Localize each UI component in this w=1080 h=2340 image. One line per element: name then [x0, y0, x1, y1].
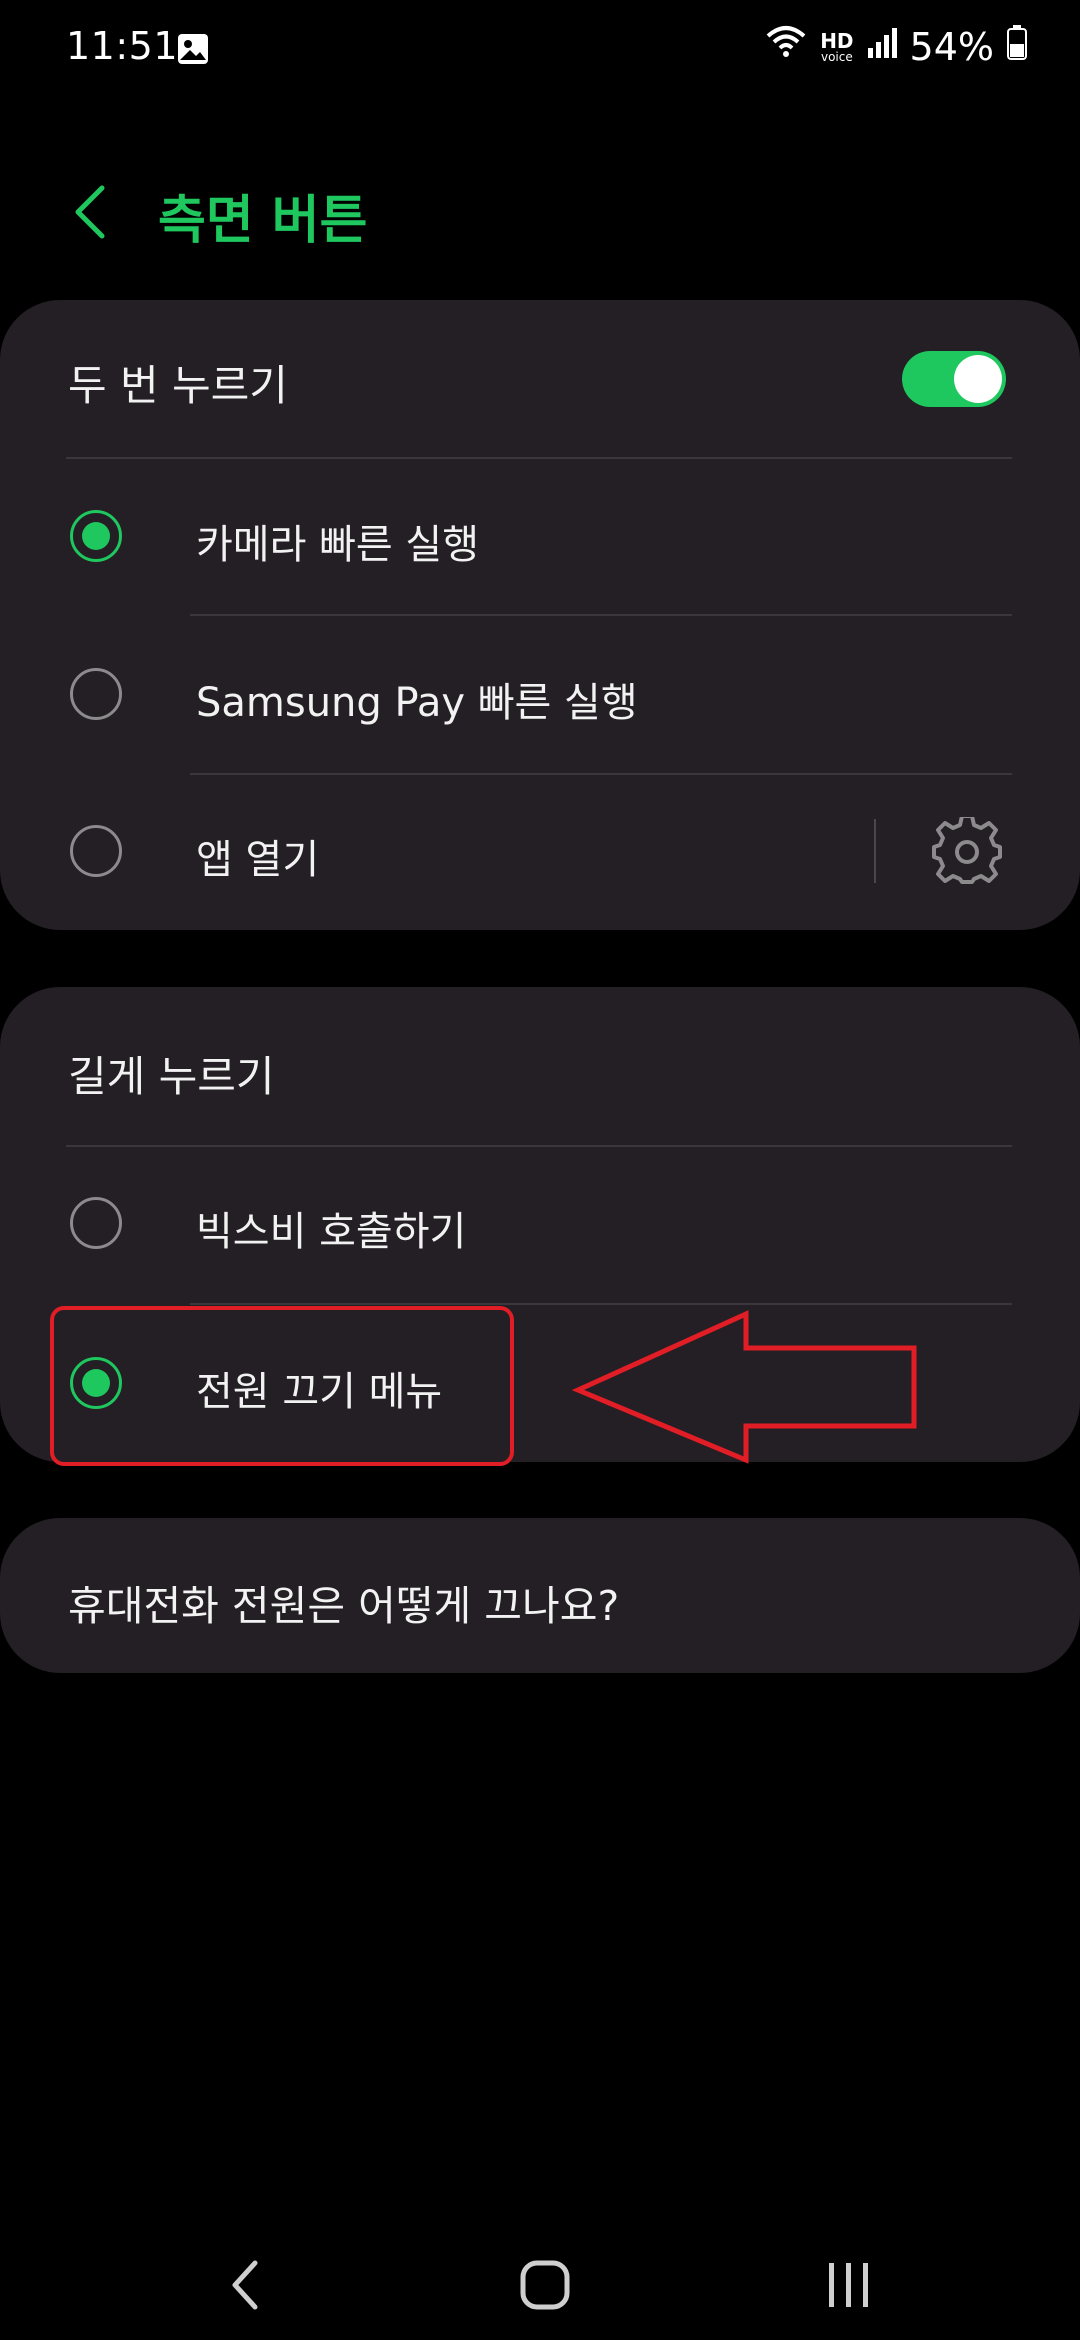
divider: [66, 457, 1012, 459]
chevron-left-icon: [75, 185, 105, 239]
chevron-left-icon: [232, 2260, 258, 2310]
double-press-header-row[interactable]: 두 번 누르기: [0, 300, 1080, 458]
battery-icon: [1006, 24, 1028, 69]
home-icon: [520, 2260, 570, 2310]
gallery-icon: [176, 32, 210, 66]
radio-bixby[interactable]: [70, 1197, 122, 1249]
back-button[interactable]: [60, 170, 120, 254]
recents-icon: [829, 2263, 868, 2307]
help-link-label: 휴대전화 전원은 어떻게 끄나요?: [68, 1582, 620, 1630]
option-samsung-pay[interactable]: Samsung Pay 빠른 실행: [0, 616, 1080, 772]
double-press-toggle[interactable]: [902, 351, 1006, 407]
option-bixby[interactable]: 빅스비 호출하기: [0, 1147, 1080, 1301]
wifi-icon: [764, 24, 808, 69]
long-press-header-row: 길게 누르기: [0, 987, 1080, 1145]
annotation-arrow-icon: [571, 1310, 917, 1464]
annotation-highlight-box: [50, 1306, 514, 1466]
status-time: 11:51: [66, 24, 179, 68]
status-icons: HD voice 54%: [764, 24, 1028, 69]
app-header: 측면 버튼: [0, 160, 1080, 260]
nav-back-button[interactable]: [200, 2240, 290, 2330]
vertical-separator: [874, 819, 876, 883]
hd-voice-badge: HD voice: [820, 28, 854, 64]
double-press-card: 두 번 누르기 카메라 빠른 실행 Samsung Pay 빠른 실행 앱 열기: [0, 300, 1080, 930]
option-camera[interactable]: 카메라 빠른 실행: [0, 460, 1080, 614]
option-label-bixby: 빅스비 호출하기: [196, 1209, 467, 1255]
option-label-open-app: 앱 열기: [196, 837, 320, 883]
nav-recents-button[interactable]: [804, 2240, 894, 2330]
toggle-knob: [954, 355, 1002, 403]
battery-percent: 54%: [909, 24, 994, 69]
nav-home-button[interactable]: [500, 2240, 590, 2330]
page-title: 측면 버튼: [158, 191, 368, 251]
gear-icon[interactable]: [932, 814, 1002, 887]
option-label-samsung-pay: Samsung Pay 빠른 실행: [196, 680, 638, 726]
radio-samsung-pay[interactable]: [70, 668, 122, 720]
radio-open-app[interactable]: [70, 825, 122, 877]
option-label-camera: 카메라 빠른 실행: [196, 522, 480, 568]
long-press-title: 길게 누르기: [68, 1052, 275, 1101]
double-press-title: 두 번 누르기: [68, 361, 288, 410]
option-open-app[interactable]: 앱 열기: [0, 775, 1080, 930]
radio-camera[interactable]: [70, 510, 122, 562]
system-nav-bar: [0, 2200, 1080, 2340]
signal-icon: [866, 25, 898, 69]
help-card[interactable]: 휴대전화 전원은 어떻게 끄나요?: [0, 1518, 1080, 1673]
